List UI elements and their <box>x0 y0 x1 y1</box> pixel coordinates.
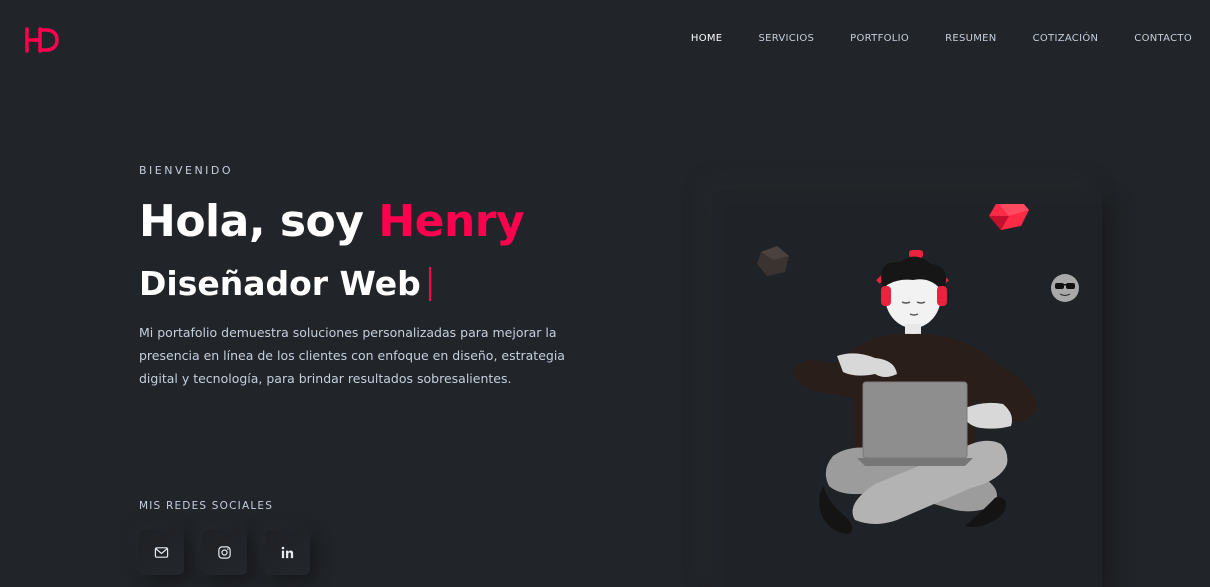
linkedin-icon <box>281 546 294 559</box>
illustration-frame <box>725 204 1102 587</box>
social-mail-button[interactable] <box>139 530 184 575</box>
main-nav: HOME SERVICIOS PORTFOLIO RESUMEN COTIZAC… <box>691 33 1192 44</box>
social-linkedin-button[interactable] <box>265 530 310 575</box>
hero-subtitle: Diseñador Web <box>139 264 431 303</box>
hero-title-name: Henry <box>378 196 525 247</box>
typing-cursor <box>428 266 431 301</box>
nav-portfolio[interactable]: PORTFOLIO <box>850 33 909 44</box>
instagram-icon <box>218 546 231 559</box>
nav-home[interactable]: HOME <box>691 33 723 44</box>
hero-illustration-card <box>712 190 1102 587</box>
social-title: MIS REDES SOCIALES <box>139 500 274 512</box>
social-links <box>139 530 310 575</box>
person-laptop-illustration <box>757 204 1079 534</box>
nav-cotizacion[interactable]: COTIZACIÓN <box>1033 33 1099 44</box>
hero-title: Hola, soy Henry <box>139 196 525 247</box>
social-instagram-button[interactable] <box>202 530 247 575</box>
nav-resumen[interactable]: RESUMEN <box>945 33 996 44</box>
hero-subtitle-text: Diseñador Web <box>139 264 421 303</box>
hero-title-prefix: Hola, soy <box>139 196 379 247</box>
nav-servicios[interactable]: SERVICIOS <box>758 33 814 44</box>
mail-icon <box>154 547 169 558</box>
brand-logo[interactable] <box>24 26 60 54</box>
hero-eyebrow: BIENVENIDO <box>139 164 234 177</box>
logo-icon <box>25 27 59 53</box>
nav-contacto[interactable]: CONTACTO <box>1134 33 1192 44</box>
hero-description: Mi portafolio demuestra soluciones perso… <box>139 325 565 386</box>
